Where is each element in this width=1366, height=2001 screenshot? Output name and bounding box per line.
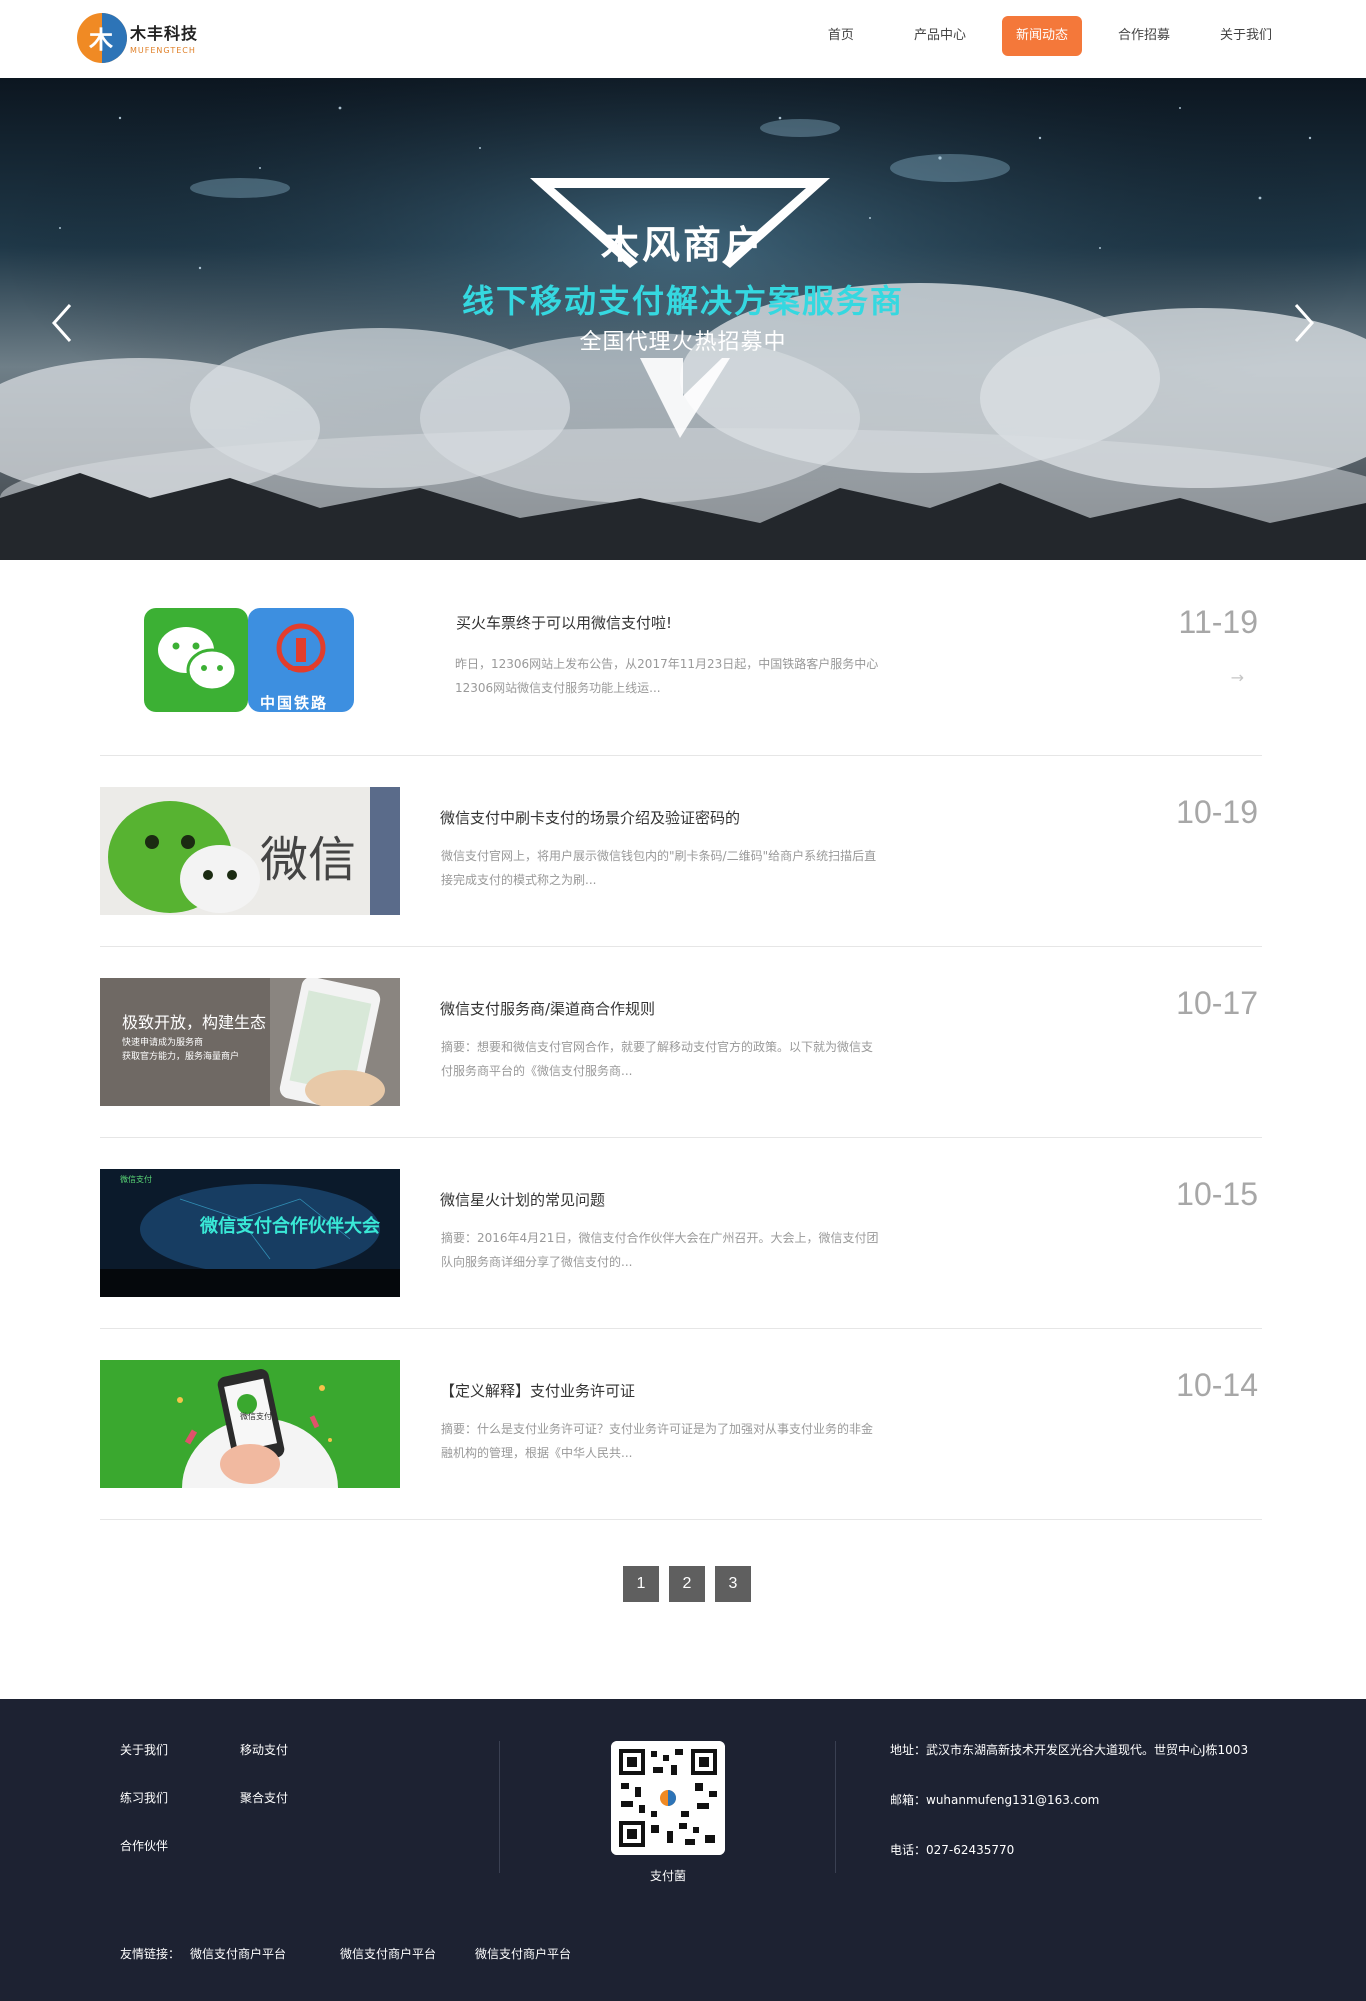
- news-title[interactable]: 微信支付中刷卡支付的场景介绍及验证密码的: [440, 807, 740, 828]
- footer-link-contact[interactable]: 练习我们: [120, 1789, 168, 1806]
- page-button-1[interactable]: 1: [623, 1566, 659, 1602]
- nav-recruit[interactable]: 合作招募: [1104, 16, 1184, 56]
- news-summary: 微信支付官网上，将用户展示微信钱包内的"刷卡条码/二维码"给商户系统扫描后直接完…: [441, 849, 877, 887]
- nav-products[interactable]: 产品中心: [900, 16, 980, 56]
- svg-text:木: 木: [88, 26, 114, 54]
- qr-label: 支付菌: [649, 1869, 686, 1883]
- news-item[interactable]: 微信支付合作伙伴大会 微信支付 微信星火计划的常见问题 摘要：2016年4月21…: [100, 1138, 1262, 1329]
- news-summary: 摘要：想要和微信支付官网合作，就要了解移动支付官方的政策。以下就为微信支付服务商…: [441, 1040, 874, 1078]
- news-title[interactable]: 微信星火计划的常见问题: [440, 1189, 605, 1210]
- qr-code: [611, 1741, 725, 1855]
- footer-address: 地址：武汉市东湖高新技术开发区光谷大道现代。世贸中心J栋1003: [890, 1743, 1249, 1757]
- footer-divider: [499, 1741, 500, 1873]
- news-title[interactable]: 【定义解释】支付业务许可证: [440, 1380, 635, 1401]
- site-header: 木 木丰科技 MUFENGTECH 首页 产品中心 新闻动态 合作招募 关于我们: [0, 0, 1366, 78]
- news-item[interactable]: 中国铁路 买火车票终于可以用微信支付啦! 昨日，12306网站上发布公告，从20…: [100, 560, 1262, 756]
- arrow-right-icon[interactable]: →: [1231, 668, 1244, 687]
- page-button-2[interactable]: 2: [669, 1566, 705, 1602]
- friend-link[interactable]: 微信支付商户平台: [475, 1945, 571, 1962]
- nav-home[interactable]: 首页: [804, 16, 878, 56]
- news-summary: 摘要：什么是支付业务许可证？支付业务许可证是为了加强对从事支付业务的非金融机构的…: [441, 1422, 874, 1460]
- thumbnail-line: 快速申请成为服务商: [122, 1038, 204, 1048]
- footer-link-about[interactable]: 关于我们: [120, 1741, 168, 1758]
- news-date: 10-15: [1176, 1176, 1258, 1212]
- news-summary: 昨日，12306网站上发布公告，从2017年11月23日起，中国铁路客户服务中心…: [455, 657, 879, 695]
- news-item[interactable]: 极致开放，构建生态 快速申请成为服务商 获取官方能力，服务海量商户 微信支付服务…: [100, 947, 1262, 1138]
- banner-title: 木风商户: [600, 223, 765, 267]
- thumbnail-caption: 微信支付: [240, 1412, 272, 1421]
- news-date: 10-19: [1176, 794, 1258, 830]
- nav-about[interactable]: 关于我们: [1206, 16, 1286, 56]
- footer-link-partners[interactable]: 合作伙伴: [120, 1837, 168, 1854]
- news-item[interactable]: 微信支付 【定义解释】支付业务许可证 摘要：什么是支付业务许可证？支付业务许可证…: [100, 1329, 1262, 1520]
- thumbnail-label: 微信支付: [120, 1175, 152, 1184]
- main-nav: 首页 产品中心 新闻动态 合作招募 关于我们: [804, 16, 1286, 56]
- banner-subtitle: 线下移动支付解决方案服务商: [461, 282, 904, 320]
- thumbnail-caption: 极致开放，构建生态: [122, 1013, 267, 1032]
- friend-link[interactable]: 微信支付商户平台: [340, 1945, 436, 1962]
- site-footer: 关于我们 练习我们 合作伙伴 移动支付 聚合支付 支付菌 地址：武汉市东湖高新技…: [0, 1699, 1366, 2001]
- friend-link[interactable]: 微信支付商户平台: [190, 1945, 286, 1962]
- page-button-3[interactable]: 3: [715, 1566, 751, 1602]
- logo-text: 木丰科技 MUFENGTECH: [130, 20, 198, 55]
- thumbnail-caption: 微信: [260, 832, 357, 888]
- friend-links-label: 友情链接：: [120, 1947, 181, 1961]
- news-item[interactable]: 微信 微信支付中刷卡支付的场景介绍及验证密码的 微信支付官网上，将用户展示微信钱…: [100, 756, 1262, 947]
- news-date: 10-17: [1176, 985, 1258, 1021]
- thumbnail-caption: 中国铁路: [260, 694, 329, 712]
- footer-link-mobile-pay[interactable]: 移动支付: [240, 1741, 288, 1758]
- news-list: 中国铁路 买火车票终于可以用微信支付啦! 昨日，12306网站上发布公告，从20…: [100, 560, 1262, 1520]
- company-logo[interactable]: 木: [74, 10, 130, 66]
- footer-phone: 电话：027-62435770: [890, 1843, 1015, 1857]
- banner-tagline: 全国代理火热招募中: [579, 330, 787, 355]
- news-thumbnail[interactable]: [100, 1360, 400, 1488]
- pagination: 1 2 3: [0, 1566, 1366, 1602]
- thumbnail-line: 获取官方能力，服务海量商户: [122, 1052, 240, 1062]
- news-summary: 摘要：2016年4月21日，微信支付合作伙伴大会在广州召开。大会上，微信支付团队…: [441, 1231, 879, 1269]
- thumbnail-caption: 微信支付合作伙伴大会: [200, 1216, 380, 1237]
- logo-subname: MUFENGTECH: [130, 46, 196, 55]
- footer-link-aggregate-pay[interactable]: 聚合支付: [240, 1789, 288, 1806]
- news-date: 11-19: [1178, 604, 1258, 640]
- hero-banner: 木风商户 线下移动支付解决方案服务商 全国代理火热招募中: [0, 78, 1366, 560]
- footer-divider: [835, 1741, 836, 1873]
- footer-email[interactable]: 邮箱：wuhanmufeng131@163.com: [890, 1791, 1099, 1808]
- logo-name: 木丰科技: [130, 24, 199, 43]
- news-date: 10-14: [1176, 1367, 1258, 1403]
- news-title[interactable]: 微信支付服务商/渠道商合作规则: [440, 998, 655, 1019]
- nav-news[interactable]: 新闻动态: [1001, 16, 1082, 56]
- news-title[interactable]: 买火车票终于可以用微信支付啦!: [456, 612, 672, 633]
